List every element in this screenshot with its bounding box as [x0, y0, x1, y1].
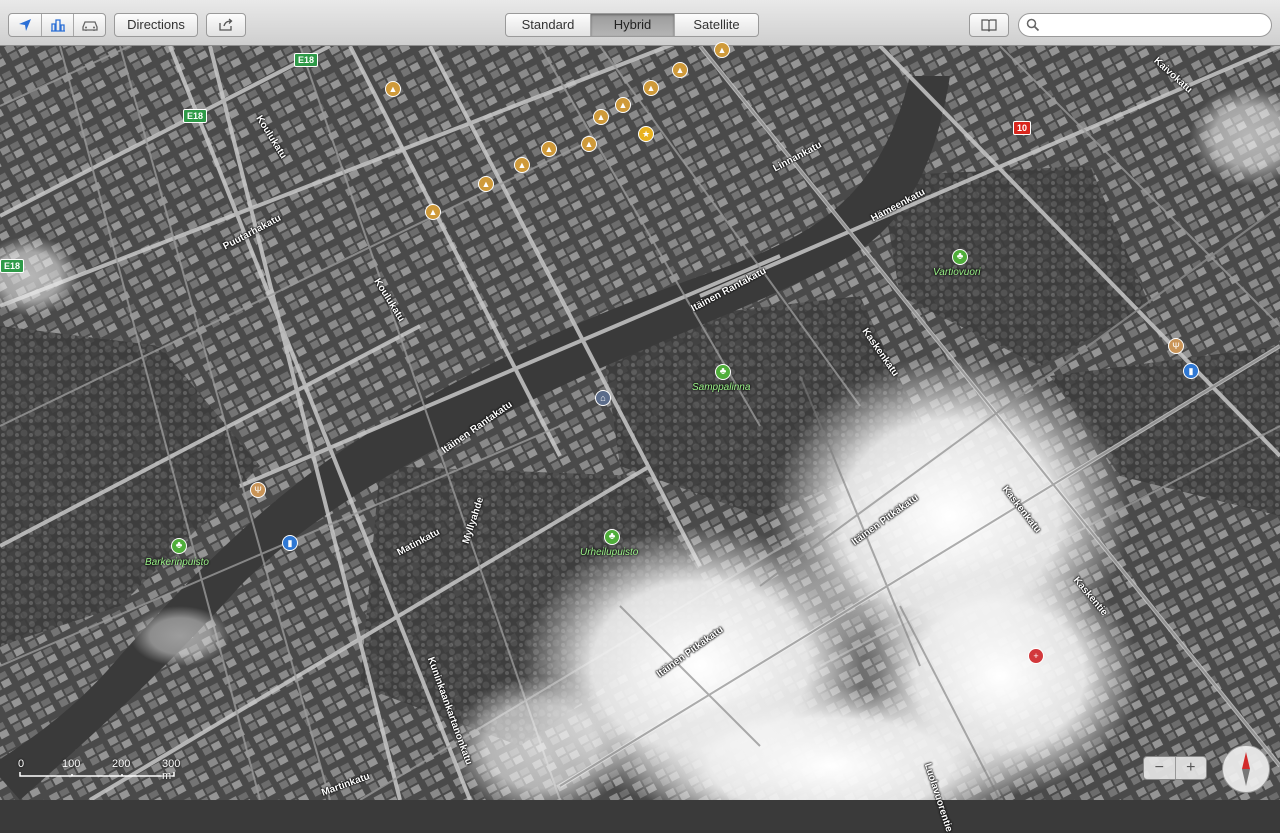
- school-icon[interactable]: ▲: [425, 204, 441, 220]
- map-mode-controls: [8, 13, 106, 37]
- school-icon[interactable]: ▲: [541, 141, 557, 157]
- place-label-urheilupuisto[interactable]: Urheilupuisto: [580, 547, 638, 558]
- scale-label: 300 m: [162, 758, 181, 782]
- school-icon[interactable]: ▲: [672, 62, 688, 78]
- satellite-imagery: [0, 46, 1280, 800]
- landmark-icon[interactable]: ★: [638, 126, 654, 142]
- school-icon[interactable]: ▲: [581, 136, 597, 152]
- school-icon[interactable]: ▲: [385, 81, 401, 97]
- scale-bar: 0 100 200 300 m: [18, 758, 181, 788]
- fuel-icon[interactable]: ▮: [282, 535, 298, 551]
- scale-label: 0: [18, 758, 25, 770]
- share-icon: [219, 18, 233, 31]
- search-field[interactable]: [1018, 13, 1272, 37]
- highway-shield-e18[interactable]: E18: [0, 259, 25, 273]
- hospital-icon[interactable]: +: [1028, 648, 1044, 664]
- school-icon[interactable]: ▲: [593, 109, 609, 125]
- directions-button[interactable]: Directions: [114, 13, 198, 37]
- location-arrow-icon: [19, 19, 31, 31]
- scale-label: 100: [62, 758, 81, 770]
- highway-shield-e18[interactable]: E18: [183, 109, 208, 123]
- bookmarks-button[interactable]: [969, 13, 1009, 37]
- traffic-car-icon: [81, 21, 98, 31]
- traffic-button[interactable]: [74, 14, 105, 36]
- map-type-selector: Standard Hybrid Satellite: [505, 13, 759, 37]
- toolbar: Directions Standard Hybrid Satellite: [0, 0, 1280, 46]
- museum-icon[interactable]: ⌂: [595, 390, 611, 406]
- park-icon[interactable]: ♣: [171, 538, 187, 554]
- bookmarks-icon: [981, 19, 997, 32]
- current-location-button[interactable]: [9, 14, 42, 36]
- park-icon[interactable]: ♣: [604, 529, 620, 545]
- scale-label: 200: [112, 758, 131, 770]
- share-button[interactable]: [206, 13, 246, 37]
- school-icon[interactable]: ▲: [714, 42, 730, 58]
- school-icon[interactable]: ▲: [478, 176, 494, 192]
- park-icon[interactable]: ♣: [715, 364, 731, 380]
- compass-icon: [1242, 752, 1250, 786]
- fuel-icon[interactable]: ▮: [1183, 363, 1199, 379]
- tab-hybrid[interactable]: Hybrid: [591, 14, 675, 36]
- scale-bar-line: [19, 772, 175, 777]
- zoom-in-button[interactable]: +: [1176, 757, 1207, 779]
- restaurant-icon[interactable]: Ψ: [1168, 338, 1184, 354]
- highway-shield-e18[interactable]: E18: [294, 53, 319, 67]
- tab-standard[interactable]: Standard: [506, 14, 591, 36]
- 3d-view-button[interactable]: [42, 14, 74, 36]
- zoom-control: − +: [1143, 756, 1207, 780]
- place-label-barkerinpuisto[interactable]: Barkerinpuisto: [145, 557, 209, 568]
- school-icon[interactable]: ▲: [514, 157, 530, 173]
- 3d-buildings-icon: [50, 19, 65, 32]
- zoom-out-button[interactable]: −: [1144, 757, 1176, 779]
- highway-shield-10[interactable]: 10: [1013, 121, 1032, 135]
- search-input[interactable]: [1043, 16, 1269, 36]
- compass-button[interactable]: [1222, 745, 1270, 793]
- search-icon: [1026, 18, 1040, 32]
- place-label-samppalinna[interactable]: Samppalinna: [692, 382, 750, 393]
- park-icon[interactable]: ♣: [952, 249, 968, 265]
- restaurant-icon[interactable]: Ψ: [250, 482, 266, 498]
- school-icon[interactable]: ▲: [615, 97, 631, 113]
- tab-satellite[interactable]: Satellite: [675, 14, 758, 36]
- place-label-vartiovuori[interactable]: Vartiovuori: [933, 267, 980, 278]
- map-view[interactable]: E18 E18 E18 10 Koulukatu Puutarhakatu Ko…: [0, 42, 1280, 833]
- school-icon[interactable]: ▲: [643, 80, 659, 96]
